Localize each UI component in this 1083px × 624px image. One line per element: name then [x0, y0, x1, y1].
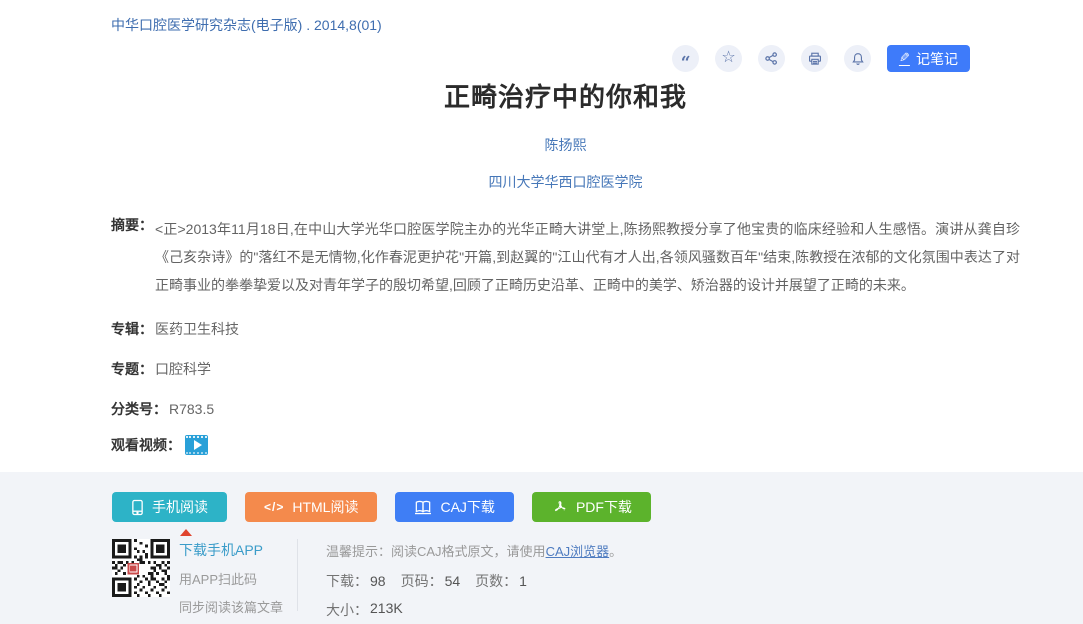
qr-seal [127, 563, 139, 575]
watch-video-button[interactable] [185, 435, 208, 455]
alert-button[interactable] [844, 45, 871, 72]
size-row: 大小： 213K [326, 600, 622, 620]
quote-icon: “ [681, 55, 691, 72]
article-detail-page: 中华口腔医学研究杂志(电子版) . 2014,8(01) “ ☆ [0, 0, 1083, 624]
printer-icon [807, 51, 823, 67]
tips-text: 温馨提示：阅读CAJ格式原文，请使用 [326, 544, 546, 559]
abstract-row: 摘要： <正>2013年11月18日,在中山大学光华口腔医学院主办的光华正畸大讲… [111, 215, 1020, 299]
qr-code [112, 539, 170, 597]
page-number-label: 页码： [401, 573, 443, 589]
tips-column: 温馨提示：阅读CAJ格式原文，请使用CAJ浏览器。 下载：98 页码：54 页数… [326, 539, 622, 620]
topic-row: 专题： 口腔科学 [111, 359, 1020, 379]
take-notes-button[interactable]: ✎ 记笔记 [887, 45, 970, 72]
app-scan-line1: 用APP扫此码 [179, 569, 297, 588]
share-button[interactable] [758, 45, 785, 72]
tips-suffix: 。 [609, 544, 622, 559]
article-title: 正畸治疗中的你和我 [111, 77, 1020, 114]
favorite-button[interactable]: ☆ [715, 45, 742, 72]
page-count-label: 页数： [475, 573, 517, 589]
series-row: 专辑： 医药卫生科技 [111, 319, 1020, 339]
abstract-text: <正>2013年11月18日,在中山大学光华口腔医学院主办的光华正畸大讲堂上,陈… [155, 215, 1020, 299]
pdf-download-button[interactable]: PDF下载 [532, 492, 651, 522]
download-app-link[interactable]: 下载手机APP [179, 540, 297, 560]
html-read-button[interactable]: </> HTML阅读 [245, 492, 377, 522]
caj-download-button[interactable]: CAJ下载 [395, 492, 513, 522]
app-scan-line2: 同步阅读该篇文章 [179, 597, 297, 616]
size-label: 大小： [326, 600, 368, 620]
print-button[interactable] [801, 45, 828, 72]
affiliation-link[interactable]: 四川大学华西口腔医学院 [489, 174, 643, 190]
html-read-label: HTML阅读 [292, 497, 358, 517]
phone-icon [131, 499, 144, 516]
mobile-read-button[interactable]: 手机阅读 [112, 492, 227, 522]
video-label: 观看视频： [111, 435, 181, 455]
mobile-read-label: 手机阅读 [152, 497, 208, 517]
stats-row: 下载：98 页码：54 页数：1 [326, 571, 622, 591]
topic-label: 专题： [111, 359, 153, 379]
clc-row: 分类号： R783.5 [111, 399, 1020, 419]
quote-cite-button[interactable]: “ [672, 45, 699, 72]
take-notes-label: 记笔记 [916, 49, 958, 69]
series-label: 专辑： [111, 319, 153, 339]
caj-viewer-link[interactable]: CAJ浏览器 [546, 544, 610, 559]
downloads-label: 下载： [326, 573, 368, 589]
author-link[interactable]: 陈扬熙 [545, 137, 587, 153]
article-actions-toolbar: “ ☆ [672, 45, 970, 72]
article-content: 正畸治疗中的你和我 陈扬熙 四川大学华西口腔医学院 摘要： <正>2013年11… [0, 77, 1083, 455]
abstract-label: 摘要： [111, 215, 153, 299]
app-promo-row: 下载手机APP 用APP扫此码 同步阅读该篇文章 温馨提示：阅读CAJ格式原文，… [112, 539, 1083, 620]
code-icon: </> [264, 500, 284, 514]
video-row: 观看视频： [111, 435, 1020, 455]
download-buttons-row: 手机阅读 </> HTML阅读 CAJ下载 PDF下载 [0, 472, 1083, 522]
share-icon [764, 51, 779, 66]
pencil-icon: ✎ [899, 51, 910, 66]
vertical-divider [297, 539, 298, 611]
caj-download-label: CAJ下载 [440, 497, 494, 517]
journal-breadcrumb-row: 中华口腔医学研究杂志(电子版) . 2014,8(01) [0, 0, 1083, 35]
bell-icon [850, 51, 866, 67]
size-value: 213K [370, 600, 403, 620]
star-icon: ☆ [721, 50, 735, 66]
page-count-value: 1 [519, 573, 527, 589]
app-text-block: 下载手机APP 用APP扫此码 同步阅读该篇文章 [179, 539, 297, 620]
pdf-download-label: PDF下载 [576, 497, 632, 517]
journal-link[interactable]: 中华口腔医学研究杂志(电子版) . 2014,8(01) [111, 17, 382, 33]
series-value: 医药卫生科技 [155, 319, 239, 339]
play-icon [194, 440, 202, 450]
clc-label: 分类号： [111, 399, 167, 419]
footer-panel: 手机阅读 </> HTML阅读 CAJ下载 PDF下载 [0, 472, 1083, 624]
book-icon [414, 499, 432, 515]
tooltip-arrow-icon [180, 529, 192, 536]
clc-value: R783.5 [169, 401, 214, 417]
topic-value: 口腔科学 [155, 359, 211, 379]
page-number-value: 54 [445, 573, 461, 589]
downloads-value: 98 [370, 573, 386, 589]
pdf-icon [551, 499, 568, 516]
